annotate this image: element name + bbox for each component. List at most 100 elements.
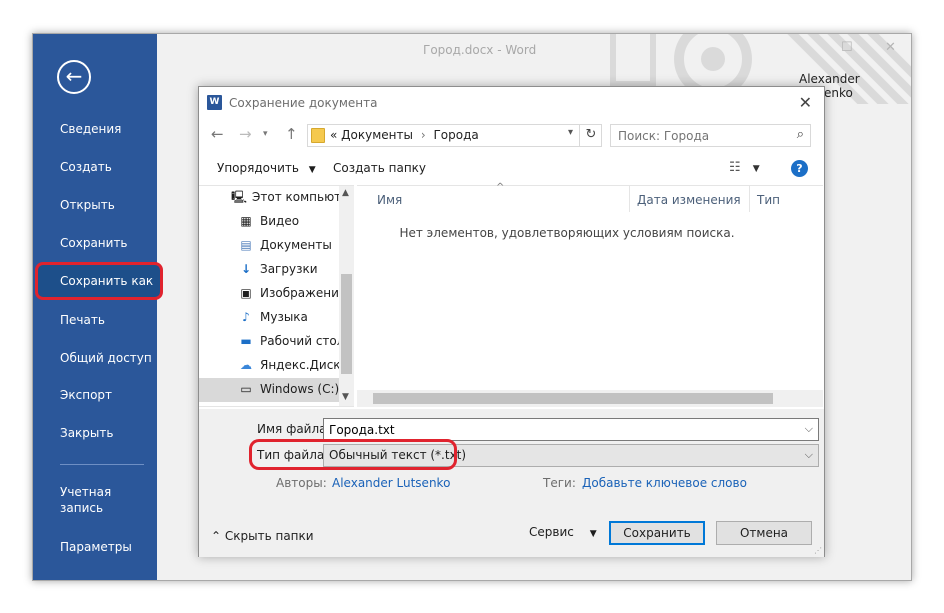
menu-item-open[interactable]: Открыть: [33, 190, 157, 220]
window-title: Город.docx - Word: [423, 43, 537, 57]
breadcrumb-separator-icon: ›: [420, 128, 426, 142]
authors-label: Авторы:: [276, 476, 327, 490]
filename-combobox[interactable]: ⌵: [323, 418, 819, 441]
tree-item-downloads[interactable]: ↓ Загрузки: [199, 258, 339, 282]
refresh-button[interactable]: ↻: [579, 124, 602, 147]
column-header-date-modified[interactable]: Дата изменения: [637, 193, 741, 207]
arrow-left-icon: ←: [65, 64, 83, 88]
hide-folders-button[interactable]: ⌃ Скрыть папки: [211, 529, 314, 543]
tree-item-video[interactable]: ▦ Видео: [199, 210, 339, 234]
filetype-highlight-annotation: [249, 439, 457, 470]
save-form: Имя файла: ⌵ Тип файла: Обычный текст (*…: [199, 409, 824, 557]
menu-item-new[interactable]: Создать: [33, 152, 157, 182]
backstage-sidebar: ← Сведения Создать Открыть Сохранить Сох…: [33, 34, 163, 580]
back-arrow-icon[interactable]: ←: [211, 125, 224, 143]
tree-label: Документы: [260, 238, 332, 252]
tree-label: Яндекс.Диск: [260, 358, 341, 372]
organize-button[interactable]: Упорядочить ▼: [217, 161, 316, 175]
recent-chevron-down-icon[interactable]: ▾: [263, 129, 268, 139]
menu-item-close[interactable]: Закрыть: [33, 418, 157, 448]
tree-label: Видео: [260, 214, 300, 228]
organize-label: Упорядочить: [217, 161, 299, 175]
file-list-pane: ^ Имя Дата изменения Тип Нет элементов, …: [357, 182, 823, 407]
column-separator[interactable]: [749, 186, 750, 212]
breadcrumb-cities[interactable]: Города: [433, 128, 478, 142]
view-options-button[interactable]: ☷ ▼: [729, 160, 760, 175]
maximize-icon[interactable]: ☐: [841, 40, 853, 55]
dialog-title: Сохранение документа: [229, 96, 378, 110]
tree-item-music[interactable]: ♪ Музыка: [199, 306, 339, 330]
column-separator[interactable]: [629, 186, 630, 212]
pictures-icon: ▣: [240, 286, 252, 300]
sort-caret-icon: ^: [496, 182, 505, 193]
video-icon: ▦: [240, 214, 252, 228]
filename-label: Имя файла:: [257, 422, 331, 436]
dialog-titlebar: W Сохранение документа ✕: [199, 87, 824, 119]
tags-label: Теги:: [543, 476, 576, 490]
navigation-scrollbar[interactable]: ▲ ▼: [339, 186, 354, 406]
cancel-button[interactable]: Отмена: [716, 521, 812, 545]
resize-grip-icon[interactable]: ⋰: [814, 546, 822, 555]
search-box[interactable]: ⌕: [610, 124, 811, 147]
new-folder-button[interactable]: Создать папку: [333, 161, 426, 175]
scroll-down-icon[interactable]: ▼: [342, 392, 349, 402]
music-icon: ♪: [242, 310, 250, 324]
view-list-icon: ☷: [729, 160, 741, 175]
authors-value[interactable]: Alexander Lutsenko: [332, 476, 450, 490]
save-button[interactable]: Сохранить: [609, 521, 705, 545]
tree-item-pictures[interactable]: ▣ Изображения: [199, 282, 346, 306]
chevron-up-icon: ⌃: [211, 529, 222, 543]
column-header-type[interactable]: Тип: [757, 193, 780, 207]
forward-arrow-icon[interactable]: →: [239, 125, 252, 143]
chevron-down-icon: ▼: [308, 165, 316, 175]
desktop-icon: ▬: [240, 334, 252, 348]
refresh-icon: ↻: [585, 127, 597, 142]
scroll-up-icon[interactable]: ▲: [342, 188, 349, 198]
dialog-toolbar: Упорядочить ▼ Создать папку ☷ ▼ ?: [199, 153, 824, 183]
column-header-name[interactable]: Имя: [377, 193, 402, 207]
menu-item-account[interactable]: Учетная запись: [33, 484, 143, 520]
menu-item-save[interactable]: Сохранить: [33, 228, 157, 258]
tags-value[interactable]: Добавьте ключевое слово: [582, 476, 747, 490]
tree-item-desktop[interactable]: ▬ Рабочий стол: [199, 330, 344, 354]
chevron-down-icon[interactable]: ⌵: [805, 422, 813, 436]
close-icon[interactable]: ✕: [885, 40, 896, 55]
tree-item-documents[interactable]: ▤ Документы: [199, 234, 339, 258]
up-arrow-icon[interactable]: ↑: [285, 125, 298, 143]
menu-item-options[interactable]: Параметры: [33, 532, 157, 562]
menu-item-share[interactable]: Общий доступ: [33, 343, 157, 373]
menu-item-save-as[interactable]: Сохранить как: [33, 266, 157, 296]
filename-input[interactable]: [324, 419, 794, 440]
tree-item-yandex-disk[interactable]: ☁ Яндекс.Диск: [199, 354, 341, 378]
folder-icon: [311, 128, 325, 143]
chevron-down-icon: ▼: [752, 164, 760, 174]
computer-icon: 🖳: [231, 190, 248, 204]
address-path: « Документы › Города: [330, 128, 479, 142]
chevron-down-icon[interactable]: ⌵: [805, 448, 813, 462]
drive-icon: ▭: [240, 382, 252, 396]
help-icon[interactable]: ?: [791, 160, 808, 177]
menu-item-print[interactable]: Печать: [33, 305, 157, 335]
tree-item-windows-c[interactable]: ▭ Windows (C:): [199, 378, 339, 402]
address-dropdown-icon[interactable]: ▾: [568, 127, 573, 138]
save-as-dialog: W Сохранение документа ✕ ← → ▾ ↑ « Докум…: [198, 86, 825, 557]
dialog-close-icon[interactable]: ✕: [799, 93, 812, 112]
tools-button[interactable]: Сервис ▼: [529, 525, 597, 539]
horizontal-scrollbar[interactable]: [357, 390, 823, 407]
address-prefix: «: [330, 128, 338, 142]
breadcrumb-documents[interactable]: Документы: [341, 128, 413, 142]
menu-item-info[interactable]: Сведения: [33, 114, 157, 144]
scrollbar-thumb[interactable]: [341, 274, 352, 374]
search-icon[interactable]: ⌕: [797, 127, 804, 142]
scrollbar-thumb[interactable]: [373, 393, 773, 404]
tree-label: Изображения: [260, 286, 347, 300]
back-button[interactable]: ←: [57, 60, 91, 94]
search-input[interactable]: [611, 125, 781, 146]
tree-label: Windows (C:): [260, 382, 340, 396]
address-bar[interactable]: « Документы › Города ▾: [307, 124, 602, 147]
tree-label: Загрузки: [260, 262, 318, 276]
menu-item-export[interactable]: Экспорт: [33, 380, 157, 410]
tree-item-this-pc[interactable]: 🖳 Этот компьютер: [199, 186, 354, 210]
tree-label: Музыка: [260, 310, 308, 324]
empty-results-message: Нет элементов, удовлетворяющих условиям …: [399, 226, 735, 240]
